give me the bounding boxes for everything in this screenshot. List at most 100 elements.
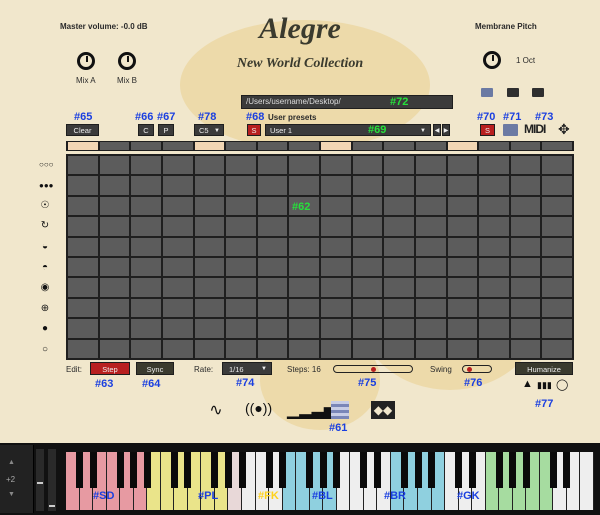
grid-cell[interactable] bbox=[384, 319, 414, 338]
grid-cell[interactable] bbox=[226, 298, 256, 318]
grid-cell[interactable] bbox=[257, 258, 288, 277]
piano-black-key[interactable] bbox=[279, 452, 287, 488]
grid-cell[interactable] bbox=[289, 339, 319, 358]
grid-cell[interactable] bbox=[510, 196, 541, 216]
c-button[interactable]: C bbox=[138, 124, 154, 136]
mix-a-knob[interactable] bbox=[77, 52, 95, 70]
piano-black-key[interactable] bbox=[170, 452, 178, 488]
grid-cell[interactable] bbox=[131, 156, 161, 175]
grid-cell[interactable] bbox=[447, 237, 478, 256]
grid-cell[interactable] bbox=[226, 196, 256, 216]
grid-cell[interactable] bbox=[542, 196, 572, 216]
grid-cell[interactable] bbox=[447, 278, 478, 297]
grid-cell[interactable] bbox=[447, 176, 478, 195]
grid-cell[interactable] bbox=[321, 278, 351, 297]
grid-cell[interactable] bbox=[257, 278, 288, 297]
grid-cell[interactable] bbox=[542, 319, 572, 338]
grid-cell[interactable] bbox=[99, 156, 130, 175]
half-filled-circle-icon[interactable]: ◒ bbox=[39, 241, 51, 253]
grid-cell[interactable] bbox=[99, 298, 130, 318]
grid-cell[interactable] bbox=[447, 298, 478, 318]
grid-cell[interactable] bbox=[384, 176, 414, 195]
circle-arrow-icon[interactable]: ↻ bbox=[39, 220, 51, 232]
grid-cell[interactable] bbox=[226, 339, 256, 358]
piano-black-key[interactable] bbox=[211, 452, 219, 488]
grid-cell[interactable] bbox=[162, 237, 193, 256]
grid-cell[interactable] bbox=[99, 176, 130, 195]
piano-black-key[interactable] bbox=[414, 452, 422, 488]
mod-wheel[interactable] bbox=[48, 449, 56, 511]
grid-cell[interactable] bbox=[510, 156, 541, 175]
grid-cell[interactable] bbox=[542, 176, 572, 195]
grid-cell[interactable] bbox=[352, 298, 383, 318]
curve-icon[interactable]: ∿ bbox=[205, 400, 227, 420]
grid-cell[interactable] bbox=[352, 196, 383, 216]
piano-black-key[interactable] bbox=[468, 452, 476, 488]
grid-cell[interactable] bbox=[384, 258, 414, 277]
three-filled-circles-icon[interactable]: ●●● bbox=[39, 180, 54, 192]
save-pattern-button[interactable]: S bbox=[480, 124, 495, 136]
mix-b-knob[interactable] bbox=[118, 52, 136, 70]
grid-cell[interactable] bbox=[510, 217, 541, 236]
grid-cell[interactable] bbox=[257, 298, 288, 318]
arrow-up-icon[interactable]: ▲ bbox=[8, 459, 15, 466]
grid-cell[interactable] bbox=[321, 156, 351, 175]
grid-cell[interactable] bbox=[162, 196, 193, 216]
grid-cell[interactable] bbox=[321, 339, 351, 358]
grid-cell[interactable] bbox=[131, 237, 161, 256]
grid-cell[interactable] bbox=[510, 237, 541, 256]
grid-cell[interactable] bbox=[68, 319, 98, 338]
grid-cell[interactable] bbox=[226, 156, 256, 175]
grid-cell[interactable] bbox=[257, 319, 288, 338]
piano-black-key[interactable] bbox=[509, 452, 517, 488]
grid-cell[interactable] bbox=[194, 339, 225, 358]
grid-cell[interactable] bbox=[415, 339, 446, 358]
grid-cell[interactable] bbox=[321, 237, 351, 256]
grid-cell[interactable] bbox=[257, 176, 288, 195]
piano-black-key[interactable] bbox=[522, 452, 530, 488]
grid-cell[interactable] bbox=[352, 339, 383, 358]
grid-cell[interactable] bbox=[289, 258, 319, 277]
grid-cell[interactable] bbox=[384, 156, 414, 175]
grid-cell[interactable] bbox=[479, 298, 509, 318]
grid-cell[interactable] bbox=[194, 156, 225, 175]
piano-black-key[interactable] bbox=[428, 452, 436, 488]
grid-cell[interactable] bbox=[542, 278, 572, 297]
grid-cell[interactable] bbox=[99, 278, 130, 297]
prev-preset-button[interactable]: ◀ bbox=[433, 124, 441, 136]
grid-cell[interactable] bbox=[162, 258, 193, 277]
grid-cell[interactable] bbox=[289, 237, 319, 256]
filled-circle-icon[interactable]: ● bbox=[39, 323, 51, 335]
grid-cell[interactable] bbox=[289, 319, 319, 338]
velocity-icon[interactable]: ▲ bbox=[522, 378, 533, 390]
grid-cell[interactable] bbox=[162, 298, 193, 318]
grid-cell[interactable] bbox=[194, 278, 225, 297]
grid-cell[interactable] bbox=[131, 298, 161, 318]
grid-cell[interactable] bbox=[321, 217, 351, 236]
membrane-pitch-knob[interactable] bbox=[483, 51, 501, 69]
grid-cell[interactable] bbox=[99, 319, 130, 338]
grid-cell[interactable] bbox=[99, 196, 130, 216]
grid-cell[interactable] bbox=[479, 339, 509, 358]
grid-cell[interactable] bbox=[510, 176, 541, 195]
grid-cell[interactable] bbox=[68, 196, 98, 216]
grid-cell[interactable] bbox=[479, 319, 509, 338]
grid-cell[interactable] bbox=[384, 339, 414, 358]
grid-cell[interactable] bbox=[289, 156, 319, 175]
midi-export[interactable]: MIDI bbox=[524, 122, 546, 136]
grid-cell[interactable] bbox=[99, 237, 130, 256]
grid-cell[interactable] bbox=[131, 339, 161, 358]
grid-cell[interactable] bbox=[415, 258, 446, 277]
steps-slider[interactable] bbox=[333, 365, 413, 373]
grid-cell[interactable] bbox=[68, 339, 98, 358]
grid-cell[interactable] bbox=[257, 156, 288, 175]
empty-circle-icon[interactable]: ○ bbox=[39, 344, 51, 356]
piano-black-key[interactable] bbox=[143, 452, 151, 488]
three-empty-circles-icon[interactable]: ○○○ bbox=[39, 159, 54, 171]
grid-cell[interactable] bbox=[321, 258, 351, 277]
grid-cell[interactable] bbox=[321, 196, 351, 216]
grid-cell[interactable] bbox=[479, 258, 509, 277]
grid-cell[interactable] bbox=[257, 237, 288, 256]
grid-cell[interactable] bbox=[510, 339, 541, 358]
humanize-button[interactable]: Humanize bbox=[515, 362, 573, 375]
